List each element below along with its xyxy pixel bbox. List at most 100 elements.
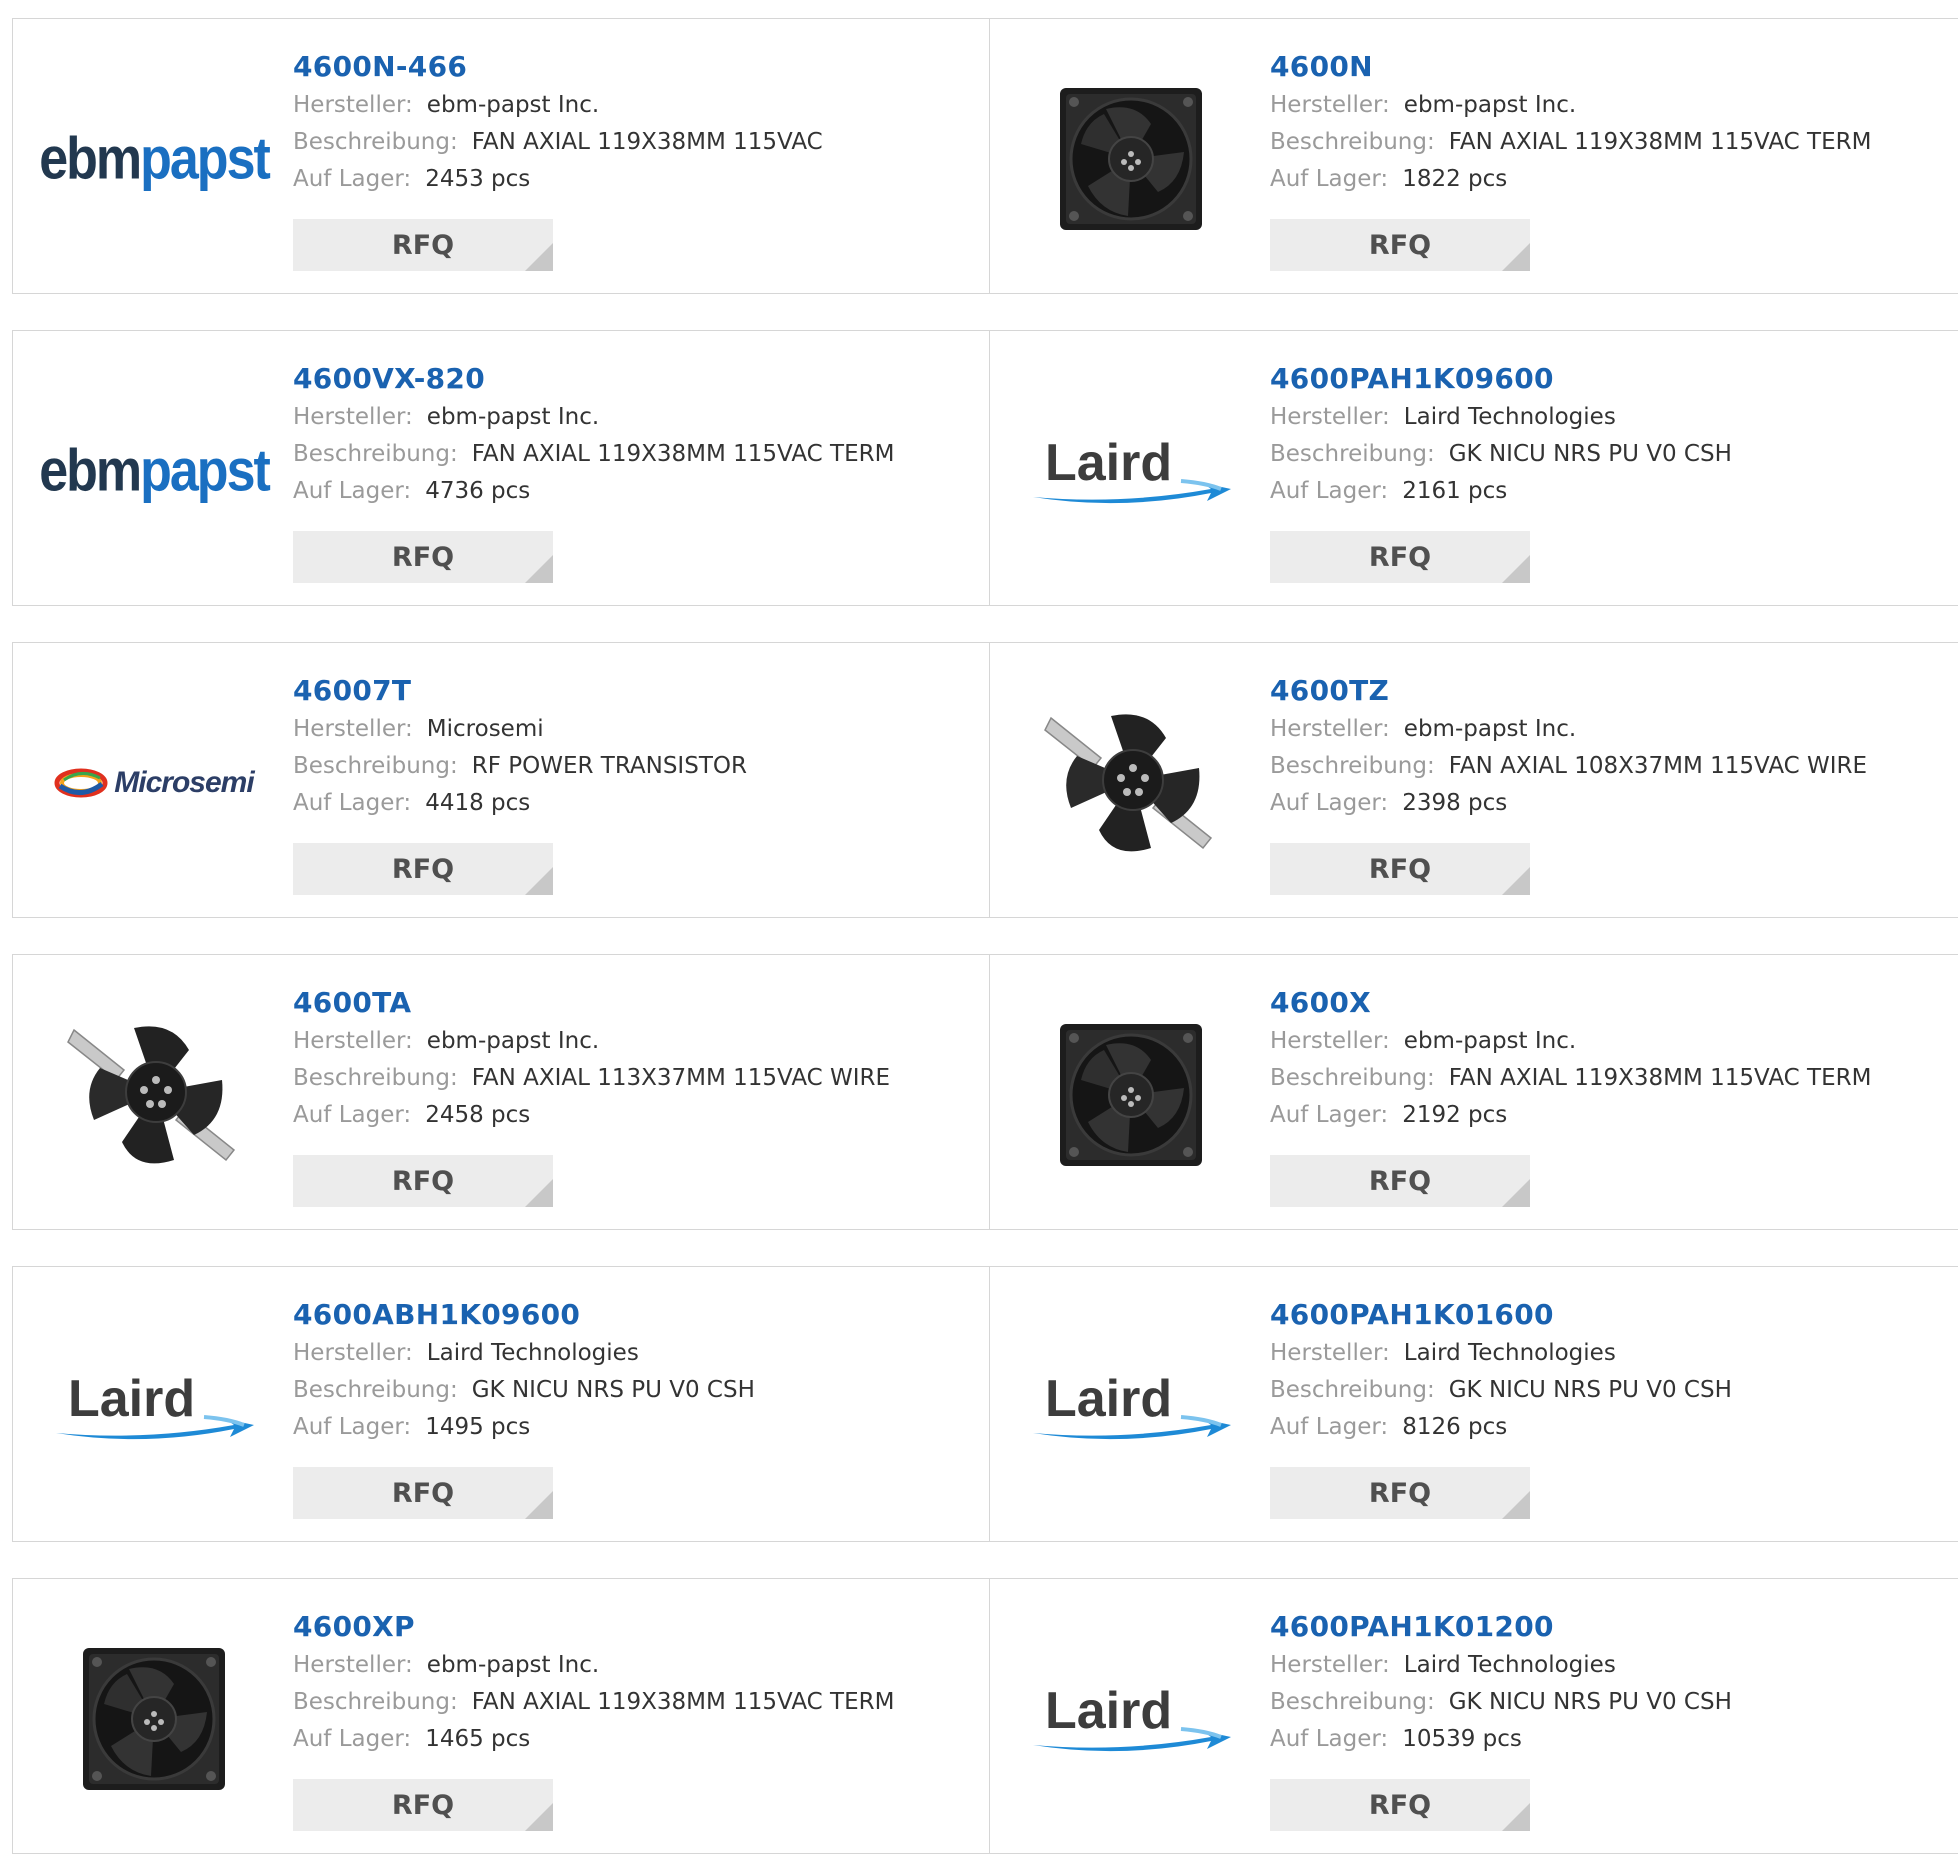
stock-label: Auf Lager: — [1270, 1102, 1389, 1128]
part-number-link[interactable]: 4600PAH1K01200 — [1270, 1607, 1732, 1647]
product-image[interactable] — [51, 1625, 257, 1813]
product-row: ebmpapst 4600N-466 Hersteller: ebm-papst I… — [12, 18, 1958, 294]
part-number-link[interactable]: 46007T — [293, 671, 747, 711]
manufacturer-line: Hersteller: ebm-papst Inc. — [293, 399, 894, 436]
product-image[interactable]: Laird — [1028, 1313, 1234, 1501]
description-value: FAN AXIAL 119X38MM 115VAC TERM — [471, 1689, 895, 1715]
stock-value: 8126 pcs — [1402, 1414, 1508, 1440]
part-number-link[interactable]: 4600TZ — [1270, 671, 1867, 711]
stock-line: Auf Lager: 2458 pcs — [293, 1097, 890, 1134]
stock-value: 4418 pcs — [425, 790, 531, 816]
manufacturer-line: Hersteller: ebm-papst Inc. — [1270, 1023, 1871, 1060]
laird-swoosh-icon — [1033, 1415, 1231, 1440]
stock-label: Auf Lager: — [293, 478, 412, 504]
part-number-link[interactable]: 4600X — [1270, 983, 1871, 1023]
product-image[interactable]: Microsemi — [51, 689, 257, 877]
corner-triangle-icon — [1502, 1179, 1530, 1207]
stock-value: 2398 pcs — [1402, 790, 1508, 816]
description-value: FAN AXIAL 119X38MM 115VAC TERM — [1448, 129, 1872, 155]
part-number-link[interactable]: 4600VX-820 — [293, 359, 894, 399]
part-number-link[interactable]: 4600PAH1K09600 — [1270, 359, 1732, 399]
rfq-button[interactable]: RFQ — [1270, 1467, 1530, 1519]
rfq-label: RFQ — [1368, 1789, 1432, 1821]
part-number-link[interactable]: 4600XP — [293, 1607, 894, 1647]
rfq-button[interactable]: RFQ — [1270, 531, 1530, 583]
description-value: FAN AXIAL 119X38MM 115VAC TERM — [471, 441, 895, 467]
description-line: Beschreibung: FAN AXIAL 119X38MM 115VAC — [293, 124, 823, 161]
rfq-button[interactable]: RFQ — [1270, 1779, 1530, 1831]
manufacturer-line: Hersteller: Laird Technologies — [1270, 399, 1732, 436]
manufacturer-label: Hersteller: — [1270, 1028, 1390, 1054]
rfq-label: RFQ — [391, 1789, 455, 1821]
part-number-link[interactable]: 4600N — [1270, 47, 1871, 87]
product-card: Laird 4600PAH1K01600 Hersteller: Laird Tec… — [990, 1266, 1958, 1542]
product-image[interactable]: ebmpapst — [39, 377, 271, 565]
description-line: Beschreibung: GK NICU NRS PU V0 CSH — [293, 1372, 755, 1409]
product-image[interactable]: ebmpapst — [39, 65, 271, 253]
product-image[interactable] — [1028, 65, 1234, 253]
product-image[interactable] — [1028, 689, 1234, 877]
manufacturer-line: Hersteller: Laird Technologies — [1270, 1647, 1732, 1684]
description-label: Beschreibung: — [293, 753, 458, 779]
rfq-button[interactable]: RFQ — [1270, 843, 1530, 895]
description-label: Beschreibung: — [1270, 441, 1435, 467]
description-value: GK NICU NRS PU V0 CSH — [471, 1377, 755, 1403]
manufacturer-value: ebm-papst Inc. — [426, 92, 600, 118]
product-row: ebmpapst 4600VX-820 Hersteller: ebm-papst … — [12, 330, 1958, 606]
description-label: Beschreibung: — [293, 441, 458, 467]
product-image[interactable]: Laird — [1028, 377, 1234, 565]
corner-triangle-icon — [525, 555, 553, 583]
manufacturer-label: Hersteller: — [293, 716, 413, 742]
rfq-button[interactable]: RFQ — [1270, 219, 1530, 271]
manufacturer-value: ebm-papst Inc. — [426, 1028, 600, 1054]
corner-triangle-icon — [1502, 867, 1530, 895]
product-image[interactable] — [51, 1001, 257, 1189]
description-line: Beschreibung: FAN AXIAL 113X37MM 115VAC W… — [293, 1060, 890, 1097]
stock-value: 2161 pcs — [1402, 478, 1508, 504]
rfq-button[interactable]: RFQ — [1270, 1155, 1530, 1207]
rfq-button[interactable]: RFQ — [293, 219, 553, 271]
description-line: Beschreibung: GK NICU NRS PU V0 CSH — [1270, 1372, 1732, 1409]
corner-triangle-icon — [525, 1803, 553, 1831]
part-number-link[interactable]: 4600ABH1K09600 — [293, 1295, 755, 1335]
part-number-link[interactable]: 4600TA — [293, 983, 890, 1023]
microsemi-logo: Microsemi — [54, 766, 255, 800]
product-row: Laird 4600ABH1K09600 Hersteller: Laird Tec… — [12, 1266, 1958, 1542]
product-card: 4600TA Hersteller: ebm-papst Inc. Beschreib… — [12, 954, 990, 1230]
manufacturer-label: Hersteller: — [293, 1652, 413, 1678]
rfq-button[interactable]: RFQ — [293, 1779, 553, 1831]
square-fan-icon — [1060, 88, 1202, 230]
part-number-link[interactable]: 4600PAH1K01600 — [1270, 1295, 1732, 1335]
stock-label: Auf Lager: — [293, 1102, 412, 1128]
product-card: 4600N Hersteller: ebm-papst Inc. Beschreibu… — [990, 18, 1958, 294]
description-line: Beschreibung: GK NICU NRS PU V0 CSH — [1270, 1684, 1732, 1721]
rfq-button[interactable]: RFQ — [293, 1467, 553, 1519]
stock-line: Auf Lager: 10539 pcs — [1270, 1721, 1732, 1758]
product-image[interactable] — [1028, 1001, 1234, 1189]
product-card: ebmpapst 4600N-466 Hersteller: ebm-papst I… — [12, 18, 990, 294]
description-label: Beschreibung: — [1270, 1377, 1435, 1403]
description-line: Beschreibung: FAN AXIAL 119X38MM 115VAC T… — [1270, 1060, 1871, 1097]
stock-line: Auf Lager: 1822 pcs — [1270, 161, 1871, 198]
product-image[interactable]: Laird — [1028, 1625, 1234, 1813]
description-line: Beschreibung: FAN AXIAL 119X38MM 115VAC T… — [293, 1684, 894, 1721]
stock-line: Auf Lager: 4736 pcs — [293, 473, 894, 510]
stock-value: 4736 pcs — [425, 478, 531, 504]
laird-logo: Laird — [1031, 431, 1231, 511]
stock-line: Auf Lager: 2192 pcs — [1270, 1097, 1871, 1134]
manufacturer-value: Laird Technologies — [1403, 1340, 1616, 1366]
rfq-button[interactable]: RFQ — [293, 1155, 553, 1207]
rfq-button[interactable]: RFQ — [293, 843, 553, 895]
stock-line: Auf Lager: 2398 pcs — [1270, 785, 1867, 822]
description-value: FAN AXIAL 113X37MM 115VAC WIRE — [471, 1065, 891, 1091]
stock-line: Auf Lager: 2161 pcs — [1270, 473, 1732, 510]
product-info: 4600N Hersteller: ebm-papst Inc. Beschreibu… — [1270, 47, 1871, 198]
product-image[interactable]: Laird — [51, 1313, 257, 1501]
part-number-link[interactable]: 4600N-466 — [293, 47, 823, 87]
product-info: 4600X Hersteller: ebm-papst Inc. Beschreibu… — [1270, 983, 1871, 1134]
product-info: 4600XP Hersteller: ebm-papst Inc. Beschreib… — [293, 1607, 894, 1758]
rfq-button[interactable]: RFQ — [293, 531, 553, 583]
stock-label: Auf Lager: — [1270, 1726, 1389, 1752]
manufacturer-label: Hersteller: — [293, 1028, 413, 1054]
manufacturer-label: Hersteller: — [293, 1340, 413, 1366]
